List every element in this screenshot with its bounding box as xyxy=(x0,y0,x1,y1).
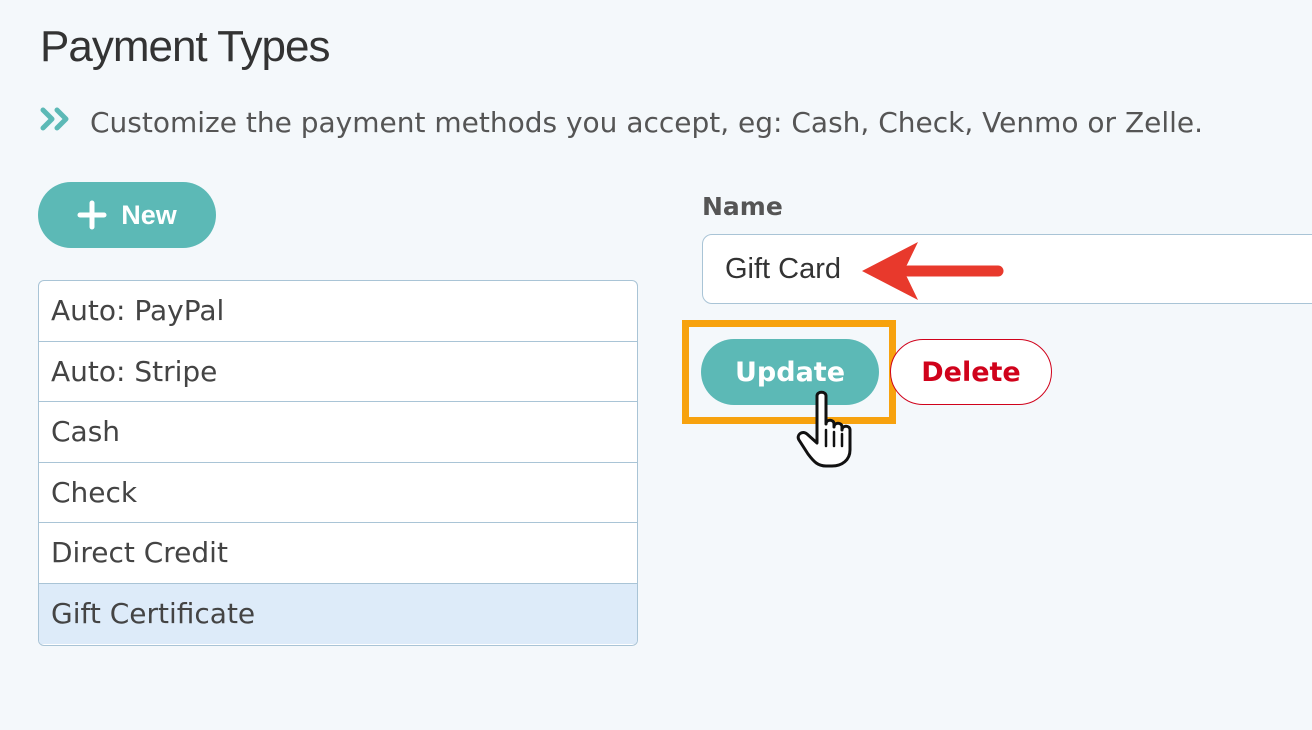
list-item-check[interactable]: Check xyxy=(39,463,637,523)
new-button-label: New xyxy=(121,199,177,230)
list-item-auto-stripe[interactable]: Auto: Stripe xyxy=(39,342,637,402)
red-arrow-icon xyxy=(862,242,1004,300)
list-item-direct-credit[interactable]: Direct Credit xyxy=(39,523,637,584)
plus-icon xyxy=(77,200,107,230)
name-field-label: Name xyxy=(702,192,783,221)
subtitle-text: Customize the payment methods you accept… xyxy=(90,106,1204,139)
delete-button[interactable]: Delete xyxy=(890,339,1052,405)
payment-type-list: Auto: PayPal Auto: Stripe Cash Check Dir… xyxy=(38,280,638,646)
new-button[interactable]: New xyxy=(38,182,216,248)
hand-pointer-icon xyxy=(796,390,852,468)
name-input[interactable] xyxy=(702,234,1312,304)
page-subtitle: Customize the payment methods you accept… xyxy=(40,106,1203,139)
list-item-cash[interactable]: Cash xyxy=(39,402,637,463)
page-title: Payment Types xyxy=(40,22,330,71)
list-item-gift-certificate[interactable]: Gift Certificate xyxy=(39,583,637,644)
double-chevron-right-icon xyxy=(40,107,69,130)
list-item-auto-paypal[interactable]: Auto: PayPal xyxy=(39,281,637,342)
